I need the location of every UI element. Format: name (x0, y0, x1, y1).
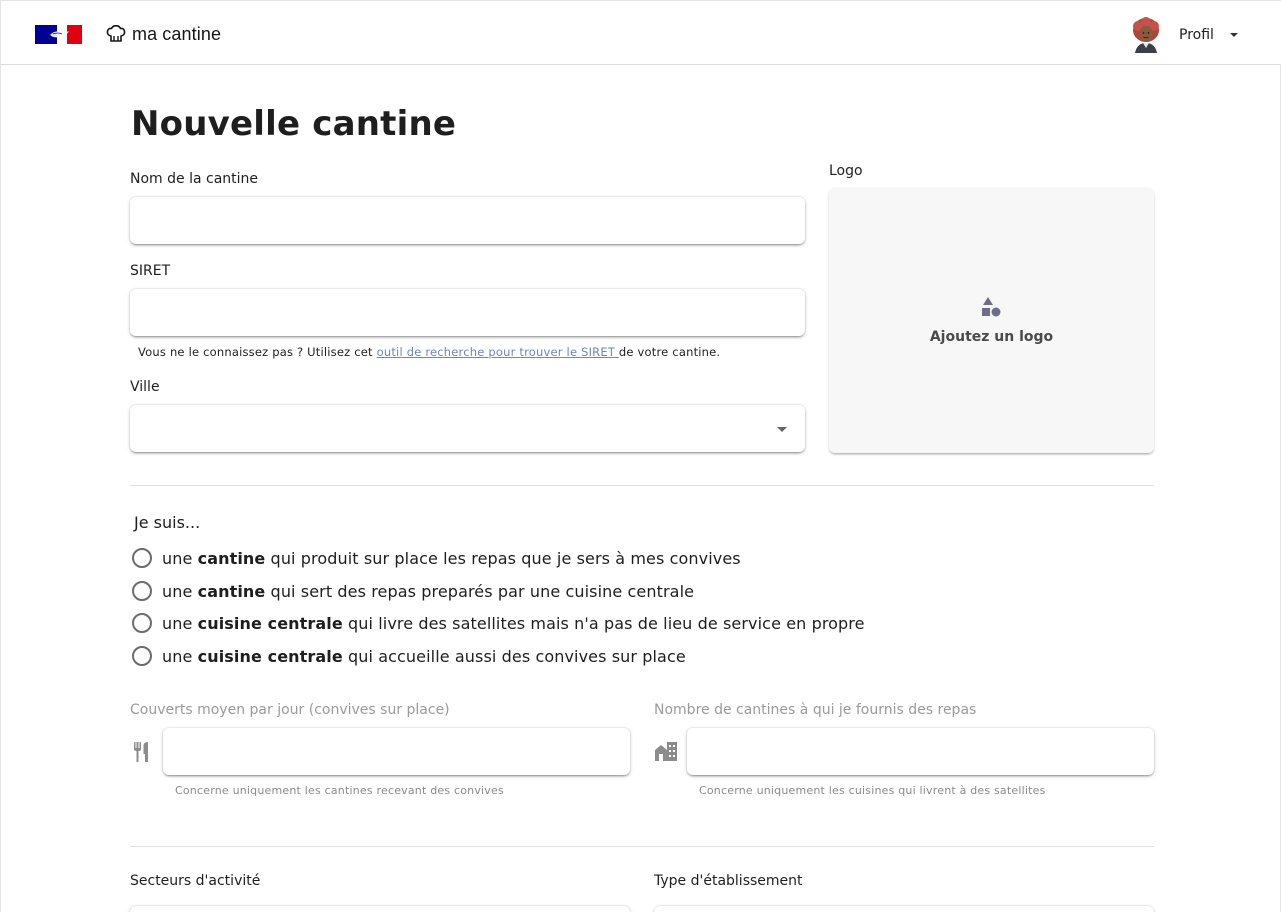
french-flag-logo[interactable] (35, 25, 82, 44)
siret-hint-after: de votre cantine. (618, 345, 721, 359)
radio-option-central[interactable]: une cuisine centrale qui livre des satel… (132, 612, 865, 634)
siret-hint: Vous ne le connaissez pas ? Utilisez cet… (138, 345, 720, 359)
radio-option-site[interactable]: une cantine qui produit sur place les re… (132, 547, 741, 569)
profile-menu[interactable]: Profil (1129, 17, 1238, 53)
siret-field[interactable] (130, 289, 805, 336)
siret-label: SIRET (130, 263, 171, 279)
radio-button[interactable] (132, 548, 152, 568)
daily-meals-hint: Concerne uniquement les cantines recevan… (175, 784, 504, 797)
radio-option-satellite[interactable]: une cantine qui sert des repas preparés … (132, 580, 694, 602)
avatar (1133, 17, 1159, 53)
satellites-label: Nombre de cantines à qui je fournis des … (654, 702, 977, 718)
radio-option-central-serving[interactable]: une cuisine centrale qui accueille aussi… (132, 645, 686, 667)
city-label: Ville (130, 379, 160, 395)
daily-meals-field[interactable] (163, 728, 630, 775)
city-input[interactable] (130, 405, 805, 452)
radio-option-label: une cantine qui produit sur place les re… (162, 548, 741, 568)
brand-name: ma cantine (132, 23, 222, 44)
section-divider (130, 485, 1154, 486)
satellites-input[interactable] (687, 728, 1154, 775)
establishment-type-label: Type d'établissement (654, 873, 803, 889)
establishment-type-select[interactable] (654, 906, 1154, 912)
production-type-title: Je suis... (134, 513, 201, 532)
radio-button[interactable] (132, 646, 152, 666)
brand-link[interactable]: ma cantine (106, 21, 221, 47)
top-header: ma cantine Profil (1, 0, 1281, 65)
buildings-icon (655, 742, 677, 761)
name-input[interactable] (130, 197, 805, 244)
shapes-icon (982, 297, 1001, 317)
sectors-label: Secteurs d'activité (130, 873, 261, 889)
siret-hint-before: Vous ne le connaissez pas ? Utilisez cet (138, 345, 377, 359)
cutlery-icon (134, 742, 148, 762)
dropdown-arrow-icon[interactable] (777, 427, 787, 432)
profile-label: Profil (1179, 27, 1214, 43)
page-title: Nouvelle cantine (131, 104, 457, 144)
satellites-hint: Concerne uniquement les cuisines qui liv… (699, 784, 1046, 797)
city-select[interactable] (130, 405, 805, 452)
name-field[interactable] (130, 197, 805, 244)
satellites-field[interactable] (687, 728, 1154, 775)
siret-search-link[interactable]: outil de recherche pour trouver le SIRET (377, 345, 619, 359)
chevron-down-icon (1229, 33, 1238, 37)
section-divider (130, 846, 1154, 847)
logo-upload[interactable]: Ajoutez un logo (829, 188, 1154, 453)
radio-button[interactable] (132, 613, 152, 633)
name-label: Nom de la cantine (130, 171, 259, 187)
chef-hat-icon (106, 25, 126, 42)
sectors-select[interactable] (130, 906, 630, 912)
marianne-icon (50, 31, 69, 38)
radio-button[interactable] (132, 581, 152, 601)
radio-option-label: une cuisine centrale qui livre des satel… (162, 613, 865, 633)
daily-meals-label: Couverts moyen par jour (convives sur pl… (130, 702, 450, 718)
logo-upload-label: Ajoutez un logo (929, 329, 1054, 345)
daily-meals-input[interactable] (163, 728, 630, 775)
logo-label: Logo (829, 163, 863, 179)
radio-option-label: une cuisine centrale qui accueille aussi… (162, 646, 686, 666)
radio-option-label: une cantine qui sert des repas preparés … (162, 581, 695, 601)
siret-input[interactable] (130, 289, 805, 336)
